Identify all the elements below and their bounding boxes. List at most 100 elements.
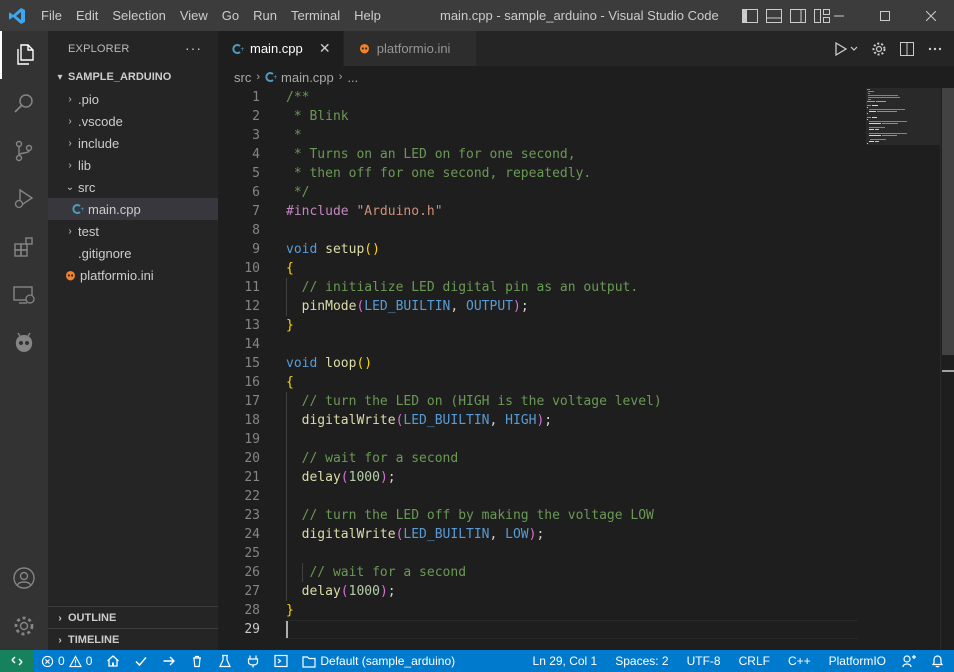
close-tab-icon[interactable]: ✕ [317,40,333,57]
indentation-status[interactable]: Spaces: 2 [606,650,677,672]
menu-go[interactable]: Go [215,0,246,31]
line-number: 28 [244,603,260,618]
remote-explorer-icon[interactable] [0,271,48,319]
pio-terminal-icon[interactable] [267,650,295,672]
platformio-file-icon [358,42,371,55]
remote-indicator-icon[interactable] [0,650,34,672]
menu-help[interactable]: Help [347,0,388,31]
run-code-icon[interactable] [832,40,860,58]
tree-folder-src[interactable]: ⌄ src [48,176,218,198]
menu-view[interactable]: View [173,0,215,31]
tree-file-platformio-ini[interactable]: platformio.ini [48,264,218,286]
close-window-icon[interactable] [908,0,954,31]
more-actions-icon[interactable]: ··· [185,40,202,56]
error-icon [41,655,54,667]
problems-status[interactable]: 0 0 [34,650,99,672]
code-line: digitalWrite(LED_BUILTIN, LOW); [301,527,545,542]
eol-status[interactable]: CRLF [730,650,779,672]
outline-title: OUTLINE [68,612,117,624]
source-control-icon[interactable] [0,127,48,175]
language-mode[interactable]: C++ [779,650,820,672]
vertical-scrollbar[interactable] [940,88,954,650]
more-actions-icon[interactable] [926,40,944,58]
platformio-status[interactable]: PlatformIO [820,650,895,672]
tree-folder-test[interactable]: › test [48,220,218,242]
pio-serial-monitor-icon[interactable] [239,650,267,672]
explorer-icon[interactable] [0,31,48,79]
timeline-section[interactable]: › TIMELINE [48,628,218,651]
line-number: 6 [252,185,260,200]
breadcrumb-file[interactable]: main.cpp [281,70,334,85]
accounts-icon[interactable] [0,554,48,602]
line-number: 20 [244,451,260,466]
tab-platformio-ini[interactable]: platformio.ini [343,31,478,66]
line-number: 9 [252,242,260,257]
platformio-icon[interactable] [0,319,48,367]
pio-build-icon[interactable] [127,650,155,672]
tree-folder-pio[interactable]: › .pio [48,88,218,110]
code-line: void loop() [286,356,373,371]
pio-upload-icon[interactable] [155,650,183,672]
extensions-icon[interactable] [0,223,48,271]
split-editor-icon[interactable] [898,40,916,58]
tree-folder-include[interactable]: › include [48,132,218,154]
code-editor[interactable]: 1 2 3 4 5 6 7 8 9 10 11 12 13 14 15 16 17 18 19 20 21 22 23 24 2… [218,88,954,650]
svg-text:+: + [240,46,244,53]
encoding-status[interactable]: UTF-8 [678,650,730,672]
code-line: digitalWrite(LED_BUILTIN, HIGH); [301,413,553,428]
text-cursor [286,621,288,638]
settings-gear-icon[interactable] [870,40,888,58]
tree-item-label: .vscode [78,113,123,129]
line-numbers: 1 2 3 4 5 6 7 8 9 10 11 12 13 14 15 16 17 18 19 20 21 22 23 24 2… [218,88,268,639]
menu-bar: File Edit Selection View Go Run Terminal… [34,0,388,31]
minimap[interactable] [866,88,940,148]
maximize-icon[interactable] [862,0,908,31]
menu-file[interactable]: File [34,0,69,31]
tab-main-cpp[interactable]: + main.cpp ✕ [218,31,344,66]
menu-edit[interactable]: Edit [69,0,105,31]
menu-selection[interactable]: Selection [105,0,172,31]
menu-run[interactable]: Run [246,0,284,31]
tree-item-label: .gitignore [78,245,132,261]
run-debug-icon[interactable] [0,175,48,223]
tree-folder-lib[interactable]: › lib [48,154,218,176]
code-line: { [286,375,294,390]
tree-folder-vscode[interactable]: › .vscode [48,110,218,132]
line-number: 3 [252,128,260,143]
toggle-panel-icon[interactable] [764,6,784,26]
warning-icon [68,654,82,667]
project-section[interactable]: ▾ SAMPLE_ARDUINO [48,66,218,88]
code-line: pinMode(LED_BUILTIN, OUTPUT); [301,299,529,314]
svg-text:+: + [273,74,277,81]
pio-test-icon[interactable] [211,650,239,672]
tab-label: platformio.ini [376,41,451,56]
environment-label: Default (sample_arduino) [320,654,456,668]
chevron-right-icon: › [58,634,62,646]
toggle-secondary-sidebar-icon[interactable] [788,6,808,26]
breadcrumb-folder[interactable]: src [234,70,251,85]
notifications-bell-icon[interactable] [924,650,954,672]
line-number: 5 [252,166,260,181]
cursor-position[interactable]: Ln 29, Col 1 [524,650,607,672]
pio-clean-icon[interactable] [183,650,211,672]
search-icon[interactable] [0,79,48,127]
breadcrumb-symbol[interactable]: ... [347,70,358,85]
tree-file-main-cpp[interactable]: + main.cpp [48,198,218,220]
explorer-title: EXPLORER [68,42,130,55]
scrollbar-thumb[interactable] [942,88,954,355]
manage-gear-icon[interactable] [0,602,48,650]
pio-home-icon[interactable] [99,650,127,672]
svg-text:+: + [80,206,84,213]
line-number: 13 [244,318,260,333]
outline-section[interactable]: › OUTLINE [48,606,218,629]
tree-item-label: lib [78,157,92,173]
toggle-primary-sidebar-icon[interactable] [740,6,760,26]
line-number: 7 [252,204,260,219]
tree-file-gitignore[interactable]: .gitignore [48,242,218,264]
line-number: 18 [244,413,260,428]
minimize-icon[interactable] [816,0,862,31]
feedback-icon[interactable] [895,650,924,672]
project-environment[interactable]: Default (sample_arduino) [295,650,462,672]
menu-terminal[interactable]: Terminal [284,0,347,31]
